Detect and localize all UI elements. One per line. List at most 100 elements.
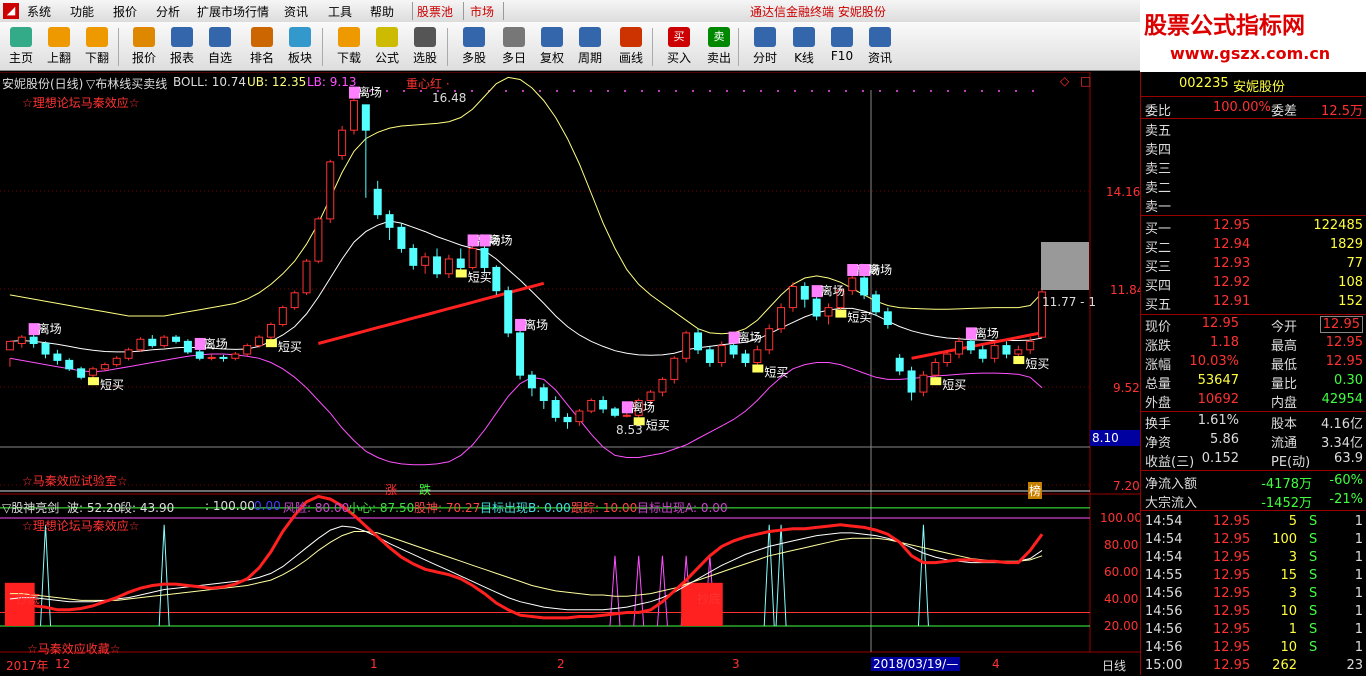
toolbar-button-3[interactable]: 报价: [125, 25, 163, 69]
period-label[interactable]: 日线: [1102, 657, 1126, 674]
toolbar-label: 报表: [169, 51, 194, 65]
toolbar-button-7[interactable]: 板块: [281, 25, 319, 69]
candle-body: [682, 332, 691, 359]
toolbar-button-5[interactable]: 自选: [201, 25, 239, 69]
toolbar-button-21[interactable]: 资讯: [861, 25, 899, 69]
toolbar-label: 多股: [461, 51, 486, 65]
toolbar-button-6[interactable]: 排名: [243, 25, 281, 69]
cyan-spike: [917, 524, 929, 627]
tick-count: 1: [1354, 568, 1363, 583]
toolbar-button-1[interactable]: 上翻: [40, 25, 78, 69]
report-icon: [171, 27, 193, 47]
menu-function[interactable]: 功能: [70, 3, 94, 20]
watermark-title: 股票公式指标网: [1144, 13, 1305, 39]
flow-label: 大宗流入: [1145, 496, 1198, 511]
toolbar-button-11[interactable]: 多股: [455, 25, 493, 69]
candle-body: [456, 258, 465, 268]
sub-value: 目标出现A: 0.00: [637, 501, 728, 515]
indicator-name[interactable]: ▽布林线买卖线: [86, 75, 167, 92]
pink-spike: [633, 555, 645, 627]
bid-price: 12.94: [1213, 237, 1251, 252]
ohlc-label: 11.77 - 1: [1042, 295, 1096, 309]
bid-row: 买三 12.93 77: [1141, 256, 1366, 275]
draw-line-icon: [620, 27, 642, 47]
candle-body: [255, 336, 264, 347]
cursor-date: 2018/03/19/—: [871, 657, 961, 671]
stat-value: 12.95: [1201, 316, 1239, 331]
toolbar-label: 卖出: [706, 51, 731, 65]
toolbar-button-20[interactable]: F10: [823, 25, 861, 69]
toolbar-button-17[interactable]: 卖卖出: [700, 25, 738, 69]
sub-y-tick: 60.00: [1104, 565, 1139, 579]
toolbar-divider: [652, 28, 653, 66]
toolbar-label: 画线: [618, 51, 643, 65]
menu-analysis[interactable]: 分析: [156, 3, 180, 20]
menu-help[interactable]: 帮助: [370, 3, 394, 20]
tick-side: S: [1309, 604, 1318, 619]
toolbar-button-8[interactable]: 下载: [330, 25, 368, 69]
top-dot-marker: [760, 90, 762, 92]
toolbar-button-4[interactable]: 报表: [163, 25, 201, 69]
toolbar-button-12[interactable]: 多日: [495, 25, 533, 69]
menu-divider: [463, 2, 464, 20]
candle-body: [777, 307, 786, 330]
ask-row: 卖五: [1141, 120, 1366, 139]
top-dot-marker: [964, 90, 966, 92]
stat-label: 流通: [1271, 436, 1298, 451]
time-label: 1: [370, 657, 378, 671]
boll-upper-line: [9, 76, 1043, 335]
toolbar-button-2[interactable]: 下翻: [78, 25, 116, 69]
toolbar-button-18[interactable]: 分时: [746, 25, 784, 69]
sub-value: 波: 52.20: [67, 501, 122, 515]
toolbar-button-10[interactable]: 选股: [406, 25, 444, 69]
tick-side: S: [1309, 568, 1318, 583]
tab-stock-pool[interactable]: 股票池: [417, 3, 453, 20]
exit-signal-text: 离场: [868, 262, 892, 277]
tab-market[interactable]: 市场: [470, 3, 494, 20]
toolbar-button-0[interactable]: 主页: [2, 25, 40, 69]
candle-body: [599, 400, 608, 410]
toolbar-button-14[interactable]: 周期: [571, 25, 609, 69]
menu-quote[interactable]: 报价: [113, 3, 137, 20]
top-dot-marker: [403, 90, 405, 92]
tick-count: 1: [1354, 550, 1363, 565]
toolbar-button-15[interactable]: 画线: [612, 25, 650, 69]
webi-row: 委比 100.00% 委差 12.5万: [1141, 100, 1366, 119]
stat-row: 总量 53647 量比 0.30: [1141, 373, 1366, 392]
corner-square-icon[interactable]: □: [1080, 74, 1091, 88]
tick-price: 12.95: [1213, 640, 1251, 655]
kline-icon: [793, 27, 815, 47]
toolbar-button-16[interactable]: 买买入: [660, 25, 698, 69]
stat-label: 股本: [1271, 417, 1298, 432]
chart-area[interactable]: 离场离场离场离场离场离场离场离场离场离场离场离场短买短买短买短买短买短买短买短买…: [0, 72, 1144, 675]
stat-value: 42954: [1321, 392, 1363, 407]
kline-chart-svg[interactable]: 离场离场离场离场离场离场离场离场离场离场离场离场短买短买短买短买短买短买短买短买: [0, 72, 1140, 675]
candle-body: [765, 328, 774, 351]
menu-system[interactable]: 系统: [27, 3, 51, 20]
top-dot-marker: [845, 90, 847, 92]
tick-price: 12.95: [1213, 622, 1251, 637]
menu-extended-market[interactable]: 扩展市场行情: [197, 3, 269, 20]
stat-value: 1.18: [1210, 335, 1239, 350]
menu-news[interactable]: 资讯: [284, 3, 308, 20]
app-logo-icon[interactable]: ◢: [3, 3, 19, 19]
toolbar-button-13[interactable]: 复权: [533, 25, 571, 69]
sub-value: 风险: 80.00: [283, 501, 350, 515]
tick-volume: 5: [1288, 514, 1297, 529]
toolbar-button-9[interactable]: 公式: [368, 25, 406, 69]
candle-body: [112, 357, 121, 366]
buy-signal-box: [752, 364, 764, 373]
corner-diamond-icon[interactable]: ◇: [1060, 74, 1069, 88]
candle-body: [955, 340, 964, 355]
marker-bang[interactable]: 榜: [1028, 482, 1043, 499]
toolbar-label: 排名: [249, 51, 274, 65]
top-dot-marker: [828, 90, 830, 92]
toolbar-button-19[interactable]: K线: [785, 25, 823, 69]
bid-row: 买一 12.95 122485: [1141, 218, 1366, 237]
sub-watermark-bottom: ☆马秦效应收藏☆: [27, 642, 121, 656]
top-dot-marker: [930, 90, 932, 92]
bid-label: 买一: [1145, 222, 1172, 237]
sub-indicator-name[interactable]: ▽股神亮剑: [2, 499, 59, 516]
menu-tools[interactable]: 工具: [328, 3, 352, 20]
bid-row: 买四 12.92 108: [1141, 275, 1366, 294]
